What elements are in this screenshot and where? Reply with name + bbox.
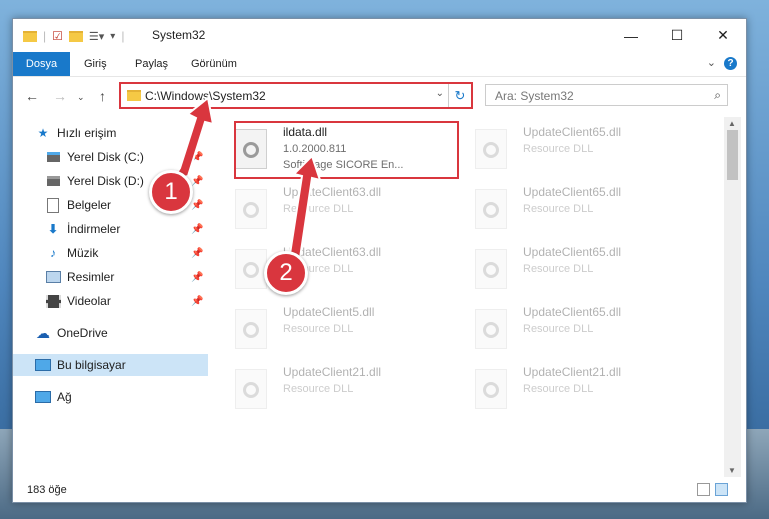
annotation-arrows	[169, 96, 322, 264]
arrow-one	[169, 96, 215, 182]
arrow-two	[281, 154, 322, 264]
callout-badge-one: 1	[149, 170, 193, 214]
callout-badge-two: 2	[264, 251, 308, 295]
